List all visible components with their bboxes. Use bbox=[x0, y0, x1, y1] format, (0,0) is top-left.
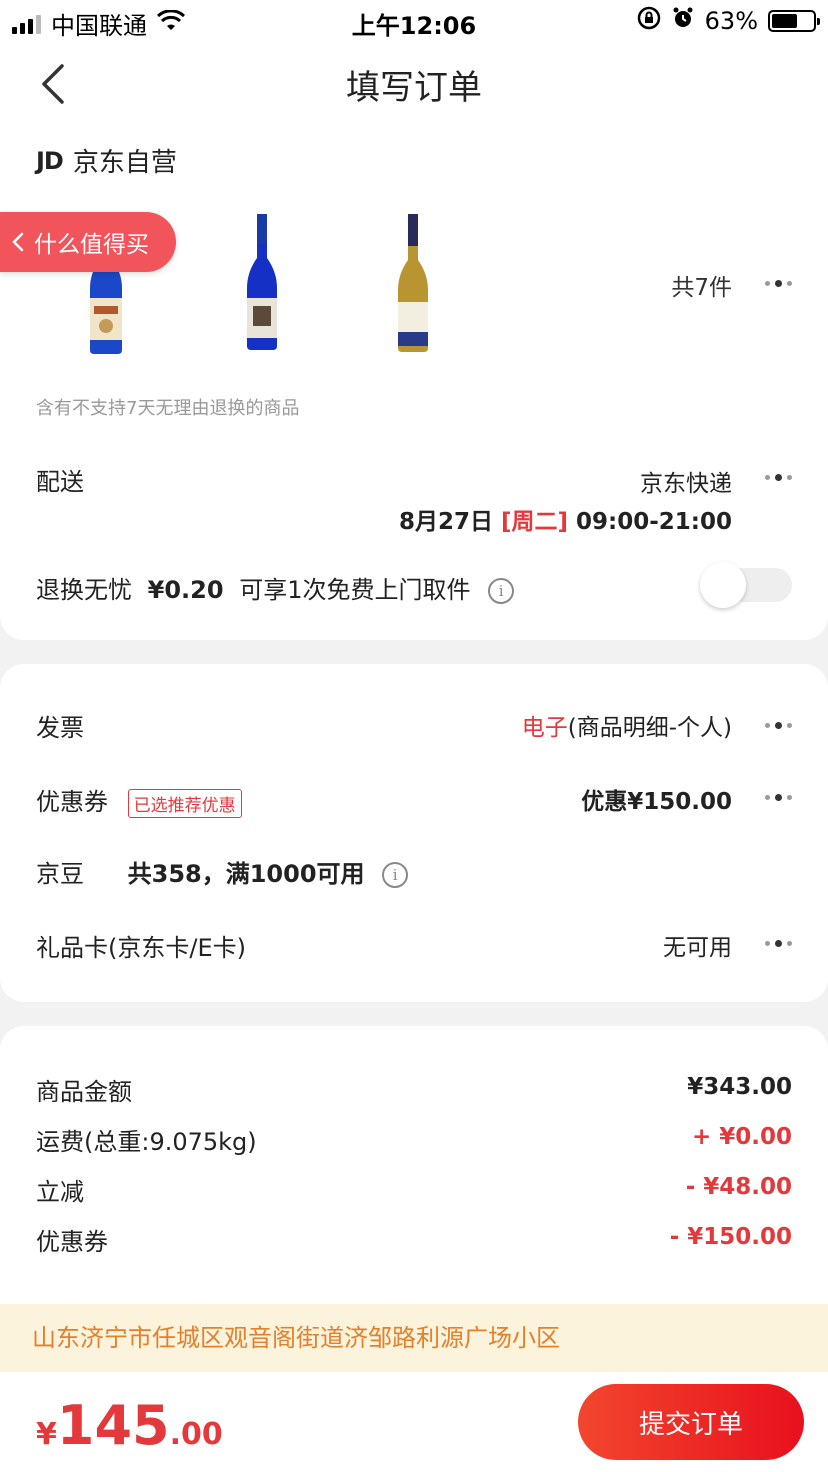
battery-icon bbox=[768, 10, 820, 32]
nav-bar: 填写订单 bbox=[0, 42, 828, 126]
product-thumbnail-white-wine[interactable] bbox=[396, 214, 430, 354]
submit-order-button[interactable]: 提交订单 bbox=[578, 1384, 804, 1460]
jingdou-row: 京豆 共358，满1000可用 i bbox=[36, 854, 409, 889]
rotation-lock-icon bbox=[637, 6, 661, 36]
product-thumbnail-blue-bottle[interactable] bbox=[244, 214, 280, 352]
info-icon[interactable]: i bbox=[488, 578, 515, 604]
gift-card-label: 礼品卡(京东卡/E卡) bbox=[36, 934, 246, 962]
goods-amount-value: ¥343.00 bbox=[687, 1074, 792, 1100]
return-service-row: 退换无忧 ¥0.20 可享1次免费上门取件 i bbox=[36, 570, 515, 605]
more-icon[interactable] bbox=[765, 722, 792, 729]
more-icon[interactable] bbox=[765, 794, 792, 801]
toggle-knob bbox=[700, 562, 746, 608]
more-icon[interactable] bbox=[765, 940, 792, 947]
status-right: 63% bbox=[637, 6, 820, 36]
delivery-time[interactable]: 8月27日 [周二] 09:00-21:00 bbox=[399, 502, 732, 536]
battery-percent: 63% bbox=[704, 7, 758, 35]
shipping-label: 运费(总重:9.075kg) bbox=[36, 1128, 257, 1156]
info-icon[interactable]: i bbox=[382, 862, 409, 888]
delivery-date: 8月27日 bbox=[398, 509, 493, 535]
delivery-weekday: [周二] bbox=[500, 509, 569, 535]
invoice-detail: (商品明细-个人) bbox=[567, 715, 732, 741]
return-policy-note: 含有不支持7天无理由退换的商品 bbox=[36, 398, 300, 419]
shipping-value: + ¥0.00 bbox=[691, 1124, 792, 1150]
coupon-summary-label: 优惠券 bbox=[36, 1228, 108, 1256]
total-integer: 145 bbox=[56, 1394, 170, 1457]
invoice-label: 发票 bbox=[36, 714, 84, 742]
discount-label: 立减 bbox=[36, 1178, 84, 1206]
back-to-app-label: 什么值得买 bbox=[34, 232, 149, 258]
coupon-badge: 已选推荐优惠 bbox=[127, 788, 242, 818]
payment-options-card: 发票 电子(商品明细-个人) 优惠券 已选推荐优惠 优惠¥150.00 京豆 共… bbox=[0, 664, 828, 1002]
chevron-left-icon bbox=[12, 232, 24, 252]
coupon-value[interactable]: 优惠¥150.00 bbox=[581, 782, 732, 816]
price-summary-card: 商品金额 ¥343.00 运费(总重:9.075kg) + ¥0.00 立减 -… bbox=[0, 1026, 828, 1304]
return-service-toggle[interactable] bbox=[700, 562, 792, 608]
item-count[interactable]: 共7件 bbox=[671, 268, 732, 302]
jingdou-desc: 共358，满1000可用 bbox=[127, 860, 365, 888]
coupon-label: 优惠券 bbox=[36, 788, 108, 816]
total-currency: ¥ bbox=[36, 1417, 57, 1452]
order-total: ¥ 145 .00 bbox=[36, 1394, 223, 1457]
jingdou-label: 京豆 bbox=[36, 860, 84, 888]
delivery-window: 09:00-21:00 bbox=[576, 509, 732, 535]
coupon-row: 优惠券 已选推荐优惠 bbox=[36, 782, 242, 818]
shipping-address[interactable]: 山东济宁市任城区观音阁街道济邹路利源广场小区 bbox=[0, 1304, 828, 1372]
more-icon[interactable] bbox=[765, 280, 792, 287]
back-to-app-tag[interactable]: 什么值得买 bbox=[0, 212, 176, 272]
coupon-summary-value: - ¥150.00 bbox=[669, 1224, 792, 1250]
discount-value: - ¥48.00 bbox=[685, 1174, 792, 1200]
delivery-carrier[interactable]: 京东快递 bbox=[640, 464, 732, 498]
gift-card-value[interactable]: 无可用 bbox=[663, 928, 732, 962]
total-decimal: .00 bbox=[169, 1417, 223, 1452]
return-service-label: 退换无忧 bbox=[36, 576, 132, 604]
invoice-value[interactable]: 电子(商品明细-个人) bbox=[522, 708, 732, 742]
jd-logo: JD bbox=[36, 146, 64, 175]
return-service-price: ¥0.20 bbox=[147, 576, 224, 604]
status-bar: 中国联通 上午12:06 63% bbox=[0, 0, 828, 42]
shop-name: 京东自营 bbox=[72, 148, 177, 178]
page-title: 填写订单 bbox=[346, 68, 482, 108]
shop-header: JD 京东自营 bbox=[36, 142, 177, 179]
more-icon[interactable] bbox=[765, 474, 792, 481]
checkout-bar: ¥ 145 .00 提交订单 bbox=[0, 1372, 828, 1472]
order-items-card: JD 京东自营 共7件 含有不支持7天无理由退换的商品 配送 京东快递 8月27… bbox=[0, 126, 828, 640]
alarm-icon bbox=[671, 6, 695, 36]
invoice-type: 电子 bbox=[521, 715, 568, 741]
return-service-desc: 可享1次免费上门取件 bbox=[239, 576, 471, 604]
goods-amount-label: 商品金额 bbox=[36, 1078, 132, 1106]
delivery-label: 配送 bbox=[36, 468, 84, 496]
